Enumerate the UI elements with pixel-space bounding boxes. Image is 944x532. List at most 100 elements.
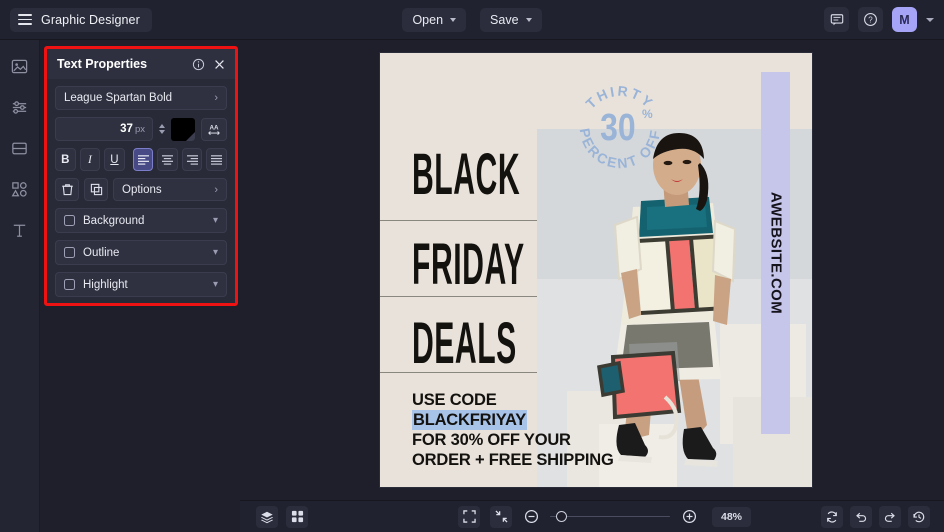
open-button[interactable]: Open bbox=[402, 7, 467, 32]
avatar-initial: M bbox=[899, 12, 910, 27]
background-checkbox[interactable] bbox=[64, 215, 75, 226]
help-circle-icon: ? bbox=[864, 13, 877, 26]
font-size-input[interactable]: 37 px bbox=[55, 117, 153, 141]
object-actions-row: Options › bbox=[47, 178, 235, 201]
align-justify-button[interactable] bbox=[206, 148, 228, 171]
save-button[interactable]: Save bbox=[480, 7, 542, 32]
help-button[interactable]: ? bbox=[858, 7, 883, 32]
options-label: Options bbox=[122, 183, 162, 196]
layers-icon bbox=[260, 511, 274, 523]
panel-title: Text Properties bbox=[57, 57, 148, 71]
duplicate-button[interactable] bbox=[84, 178, 108, 201]
text-properties-panel: Text Properties League Spartan Bold › 37… bbox=[47, 49, 235, 303]
highlight-label: Highlight bbox=[83, 278, 128, 291]
letter-spacing-icon: AA bbox=[208, 124, 220, 135]
highlight-toggle-row[interactable]: Highlight ▾ bbox=[55, 272, 227, 297]
shrink-icon bbox=[494, 510, 508, 523]
sidebar-item-layout[interactable] bbox=[8, 136, 32, 160]
promo-line-3: FOR 30% OFF YOUR bbox=[412, 431, 571, 450]
zoom-slider[interactable] bbox=[550, 510, 670, 524]
text-icon bbox=[13, 224, 26, 237]
zoom-in-button[interactable] bbox=[680, 508, 698, 526]
font-size-stepper[interactable] bbox=[159, 124, 165, 134]
panel-info-button[interactable] bbox=[192, 58, 205, 71]
website-text: AWEBSITE.COM bbox=[767, 191, 784, 315]
text-style-row: B I U bbox=[47, 148, 235, 171]
chevron-down-icon bbox=[525, 17, 532, 22]
sidebar-item-image[interactable] bbox=[8, 54, 32, 78]
top-right-actions: ? M bbox=[824, 7, 934, 32]
outline-checkbox[interactable] bbox=[64, 247, 75, 258]
redo-button[interactable] bbox=[879, 505, 901, 528]
user-menu-chevron-down-icon[interactable] bbox=[926, 17, 934, 22]
font-family-row: League Spartan Bold › bbox=[47, 86, 235, 110]
trash-icon bbox=[61, 184, 73, 196]
outline-toggle-row[interactable]: Outline ▾ bbox=[55, 240, 227, 265]
promo-text-block[interactable]: USE CODE BLACKFRIYAY FOR 30% OFF YOUR OR… bbox=[412, 390, 702, 471]
app-title: Graphic Designer bbox=[41, 12, 140, 27]
sidebar-item-text[interactable] bbox=[8, 218, 32, 242]
sidebar-item-adjustments[interactable] bbox=[8, 95, 32, 119]
canvas-area[interactable]: BLACK FRIDAY DEALS THIRTY PERCENT OFF 30… bbox=[240, 40, 944, 500]
background-toggle-row[interactable]: Background ▾ bbox=[55, 208, 227, 233]
website-band[interactable]: AWEBSITE.COM bbox=[761, 72, 790, 434]
font-family-value: League Spartan Bold bbox=[64, 92, 173, 104]
duplicate-icon bbox=[90, 183, 102, 196]
left-tool-rail bbox=[0, 40, 40, 532]
history-icon bbox=[913, 511, 925, 522]
comment-icon bbox=[830, 13, 843, 25]
letter-spacing-button[interactable]: AA bbox=[201, 117, 227, 141]
info-circle-icon bbox=[192, 58, 205, 70]
user-avatar[interactable]: M bbox=[892, 7, 917, 32]
delete-button[interactable] bbox=[55, 178, 79, 201]
font-family-select[interactable]: League Spartan Bold › bbox=[55, 86, 227, 110]
bold-button-label: B bbox=[61, 153, 70, 166]
chevron-down-icon: ▾ bbox=[212, 215, 218, 226]
promo-line-1: USE CODE bbox=[412, 391, 497, 409]
promo-line-4: ORDER + FREE SHIPPING bbox=[412, 451, 614, 470]
chevron-down-icon bbox=[450, 17, 457, 22]
zoom-out-button[interactable] bbox=[522, 508, 540, 526]
artboard[interactable]: BLACK FRIDAY DEALS THIRTY PERCENT OFF 30… bbox=[380, 53, 812, 487]
zoom-controls: 48% bbox=[458, 505, 752, 528]
grid-icon bbox=[291, 510, 303, 523]
align-justify-icon bbox=[211, 155, 223, 165]
panel-close-button[interactable] bbox=[213, 58, 226, 71]
stepper-down-icon bbox=[159, 130, 165, 134]
history-button[interactable] bbox=[908, 505, 930, 528]
options-button[interactable]: Options › bbox=[113, 178, 227, 201]
sync-button[interactable] bbox=[821, 505, 843, 528]
discount-badge[interactable]: THIRTY PERCENT OFF 30 % bbox=[570, 78, 670, 178]
bold-button[interactable]: B bbox=[55, 148, 76, 171]
align-left-button[interactable] bbox=[132, 148, 154, 171]
sync-icon bbox=[827, 511, 837, 522]
layers-button[interactable] bbox=[256, 505, 278, 528]
app-menu-button[interactable]: Graphic Designer bbox=[10, 7, 152, 32]
sidebar-item-shapes[interactable] bbox=[8, 177, 32, 201]
headline-black[interactable]: BLACK bbox=[412, 146, 520, 204]
file-actions: Open Save bbox=[372, 7, 572, 32]
align-center-button[interactable] bbox=[157, 148, 178, 171]
undo-button[interactable] bbox=[850, 505, 872, 528]
zoom-slider-track bbox=[550, 515, 670, 518]
redo-icon bbox=[884, 512, 895, 522]
shrink-button[interactable] bbox=[490, 505, 512, 528]
chevron-right-icon: › bbox=[214, 183, 218, 196]
underline-button[interactable]: U bbox=[104, 148, 125, 171]
zoom-slider-handle[interactable] bbox=[556, 511, 567, 522]
zoom-level-value[interactable]: 48% bbox=[712, 506, 752, 527]
font-size-unit: px bbox=[134, 123, 145, 135]
headline-friday[interactable]: FRIDAY bbox=[412, 236, 525, 294]
text-color-swatch[interactable] bbox=[171, 117, 195, 141]
grid-button[interactable] bbox=[286, 505, 308, 528]
comment-button[interactable] bbox=[824, 7, 849, 32]
chevron-down-icon: ▾ bbox=[212, 247, 218, 258]
align-right-button[interactable] bbox=[181, 148, 203, 171]
italic-button[interactable]: I bbox=[79, 148, 101, 171]
fit-screen-button[interactable] bbox=[458, 505, 480, 528]
highlight-checkbox[interactable] bbox=[64, 279, 75, 290]
top-bar: Graphic Designer Open Save ? M bbox=[0, 0, 944, 40]
headline-deals[interactable]: DEALS bbox=[412, 315, 517, 373]
underline-button-label: U bbox=[110, 153, 119, 166]
bottom-bar: 48% bbox=[240, 500, 944, 532]
